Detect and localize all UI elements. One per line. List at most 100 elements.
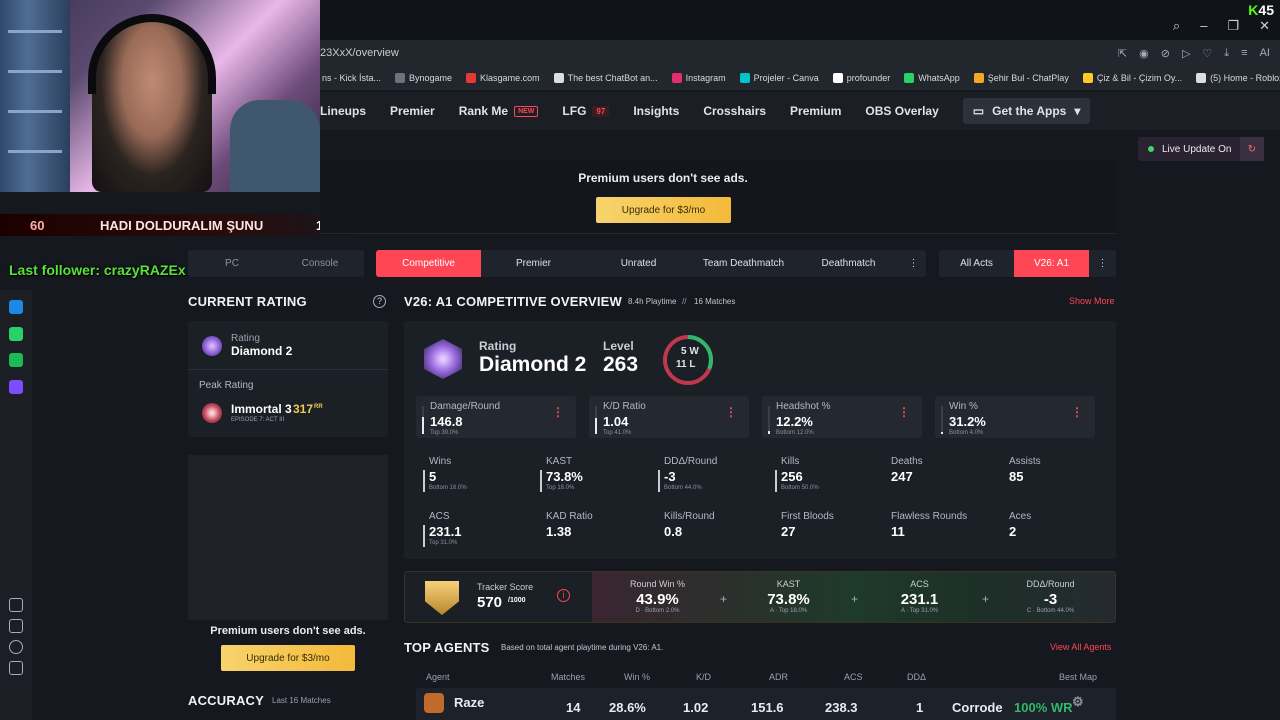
col-matches[interactable]: Matches <box>551 672 585 682</box>
more-icon[interactable]: ⋮ <box>1071 406 1083 418</box>
goal-current: 60 <box>30 217 45 233</box>
more-icon[interactable]: ⋮ <box>898 406 910 418</box>
immortal-rank-icon <box>202 403 222 423</box>
stat-value: 85 <box>1009 469 1024 484</box>
col-win[interactable]: Win % <box>624 672 650 682</box>
nav-crosshairs[interactable]: Crosshairs <box>703 104 766 118</box>
platform-pc[interactable]: PC <box>188 250 276 277</box>
ai-button[interactable]: AI <box>1260 47 1270 60</box>
bookmark[interactable]: Projeler - Canva <box>739 73 819 83</box>
col-kd[interactable]: K/D <box>696 672 711 682</box>
whatsapp-icon[interactable] <box>9 327 23 341</box>
nav-premier[interactable]: Premier <box>390 104 435 118</box>
stat-value: 2 <box>1009 524 1017 539</box>
spotify-icon[interactable] <box>9 353 23 367</box>
percentile-bar <box>658 470 660 492</box>
nav-label: Lineups <box>320 104 367 118</box>
more-icon[interactable]: ⋮ <box>725 406 737 418</box>
upgrade-button[interactable]: Upgrade for $3/mo <box>221 645 355 671</box>
col-acs[interactable]: ACS <box>844 672 863 682</box>
cube-icon[interactable] <box>9 661 23 675</box>
nav-insights[interactable]: Insights <box>633 104 679 118</box>
bookmark-icon <box>832 73 843 83</box>
help-icon[interactable]: ? <box>373 295 386 308</box>
address-bar[interactable]: 23XxX/overview ⇱ ◉ ⊘ ▷ ♡ ⤓ ≡ AI <box>320 40 1280 66</box>
stat-percentile: Bottom 50.0% <box>781 485 819 491</box>
stat-value: 256 <box>781 469 803 484</box>
col-best-map[interactable]: Best Map <box>1059 672 1097 682</box>
view-all-agents-link[interactable]: View All Agents <box>1050 642 1111 652</box>
more-icon[interactable]: ⋮ <box>1089 250 1116 277</box>
mode-deathmatch[interactable]: Deathmatch <box>796 250 901 277</box>
stat-label: Assists <box>1009 456 1041 467</box>
bookmark[interactable]: ns - Kick İsta... <box>322 73 381 83</box>
messenger-icon[interactable] <box>9 300 23 314</box>
more-icon[interactable]: ⋮ <box>552 406 564 418</box>
stat-value: 11 <box>891 524 905 539</box>
close-icon[interactable]: ✕ <box>1259 18 1270 34</box>
heart-icon[interactable]: ♡ <box>1202 47 1212 60</box>
menu-icon[interactable]: ≡ <box>1241 47 1247 60</box>
agent-row[interactable]: Raze 14 28.6% 1.02 151.6 238.3 1 Corrode… <box>416 688 1116 720</box>
platform-console[interactable]: Console <box>276 250 364 277</box>
get-apps-button[interactable]: ▭ Get the Apps ▾ <box>962 98 1091 124</box>
col-adr[interactable]: ADR <box>769 672 788 682</box>
raze-portrait <box>424 693 444 713</box>
col-dd[interactable]: DDΔ <box>907 672 926 682</box>
bookmark[interactable]: Bynogame <box>395 73 452 83</box>
stat-value: 73.8% <box>546 469 583 484</box>
agent-dd: 1 <box>916 700 924 715</box>
mode-team-deathmatch[interactable]: Team Deathmatch <box>691 250 796 277</box>
best-map-wr: 100% WR <box>1014 700 1073 715</box>
stat-percentile: Top 41.0% <box>603 430 632 436</box>
bookmark[interactable]: Çiz & Bil - Çizim Oy... <box>1082 73 1182 83</box>
nav-lfg[interactable]: LFG 97 <box>562 104 610 118</box>
cell-value: 43.9% <box>636 591 679 608</box>
info-icon[interactable]: i <box>557 589 570 602</box>
act-all[interactable]: All Acts <box>939 250 1014 277</box>
twitch-icon[interactable] <box>9 380 23 394</box>
rating-label: Rating <box>479 339 517 353</box>
mode-premier[interactable]: Premier <box>481 250 586 277</box>
play-icon[interactable]: ▷ <box>1182 47 1190 60</box>
heart-icon[interactable] <box>9 619 23 633</box>
settings-icon[interactable]: ⚙ <box>1072 694 1084 710</box>
bookmark[interactable]: Instagram <box>671 73 726 83</box>
more-icon[interactable]: ⋮ <box>901 250 926 277</box>
refresh-icon[interactable]: ↻ <box>1240 137 1264 161</box>
diamond-rank-icon <box>424 339 462 379</box>
nav-premium[interactable]: Premium <box>790 104 841 118</box>
stat-label: ACS <box>429 511 450 522</box>
nav-rank-me[interactable]: Rank Me NEW <box>459 104 539 118</box>
nav-lineups[interactable]: Lineups <box>320 104 366 118</box>
minimize-icon[interactable]: – <box>1200 18 1207 34</box>
live-update-toggle[interactable]: Live Update On ↻ <box>1138 137 1264 161</box>
restore-icon[interactable]: ❐ <box>1227 18 1239 34</box>
bookmark[interactable]: (5) Home - Roblox <box>1196 73 1280 83</box>
rr-unit: RR <box>314 404 323 410</box>
upgrade-button[interactable]: Upgrade for $3/mo <box>596 197 731 223</box>
camera-icon[interactable]: ◉ <box>1139 47 1149 60</box>
url-text[interactable]: 23XxX/overview <box>320 47 399 59</box>
download-icon[interactable]: ⤓ <box>1224 47 1229 60</box>
workspaces-icon[interactable] <box>9 598 23 612</box>
act-v26-a1[interactable]: V26: A1 <box>1014 250 1089 277</box>
show-more-link[interactable]: Show More <box>1069 296 1115 306</box>
bookmark[interactable]: profounder <box>832 73 890 83</box>
bookmark[interactable]: Şehir Bul - ChatPlay <box>973 73 1069 83</box>
vpn-icon[interactable]: ⊘ <box>1161 47 1170 60</box>
bookmark[interactable]: WhatsApp <box>904 73 960 83</box>
bookmark[interactable]: The best ChatBot an... <box>553 73 658 83</box>
search-icon[interactable]: ⌕ <box>1173 18 1180 34</box>
crown-icon <box>425 581 459 615</box>
nav-obs-overlay[interactable]: OBS Overlay <box>865 104 938 118</box>
bookmark-label: The best ChatBot an... <box>567 73 658 83</box>
share-icon[interactable]: ⇱ <box>1118 47 1127 60</box>
stat-value: 27 <box>781 524 796 539</box>
mode-unrated[interactable]: Unrated <box>586 250 691 277</box>
nav-label: OBS Overlay <box>865 104 939 118</box>
bookmark[interactable]: Klasgame.com <box>466 73 540 83</box>
history-icon[interactable] <box>9 640 23 654</box>
mode-competitive[interactable]: Competitive <box>376 250 481 277</box>
col-agent[interactable]: Agent <box>426 672 450 682</box>
